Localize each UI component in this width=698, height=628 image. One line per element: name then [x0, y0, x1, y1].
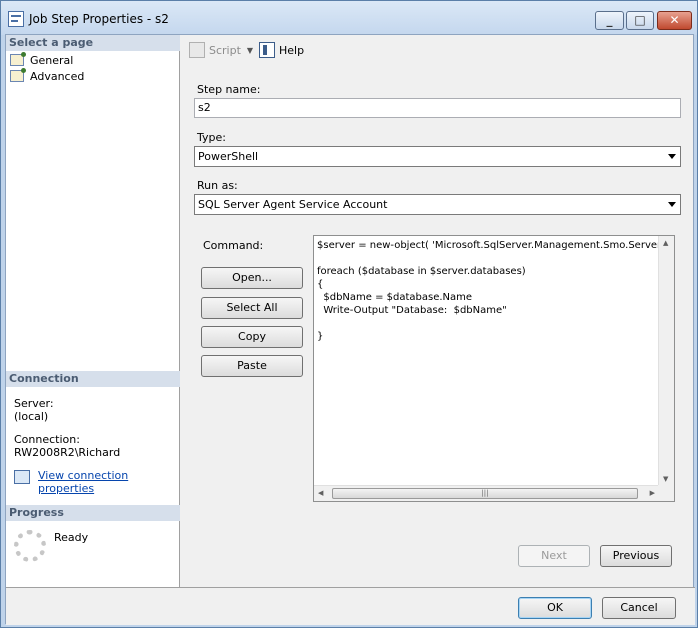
toolbar: Script ▼ Help [181, 35, 693, 63]
dialog-button-bar: OK Cancel [6, 587, 695, 625]
horizontal-scroll-thumb[interactable]: ||| [332, 488, 638, 499]
dialog-client: Select a page General Advanced Connectio… [5, 34, 695, 625]
chevron-down-icon [668, 154, 676, 159]
close-icon: ✕ [669, 13, 680, 27]
server-label: Server: [14, 397, 54, 410]
progress-header: Progress [6, 505, 180, 521]
left-pane: Select a page General Advanced Connectio… [6, 35, 180, 587]
script-icon [189, 42, 205, 58]
command-text[interactable]: $server = new-object( 'Microsoft.SqlServ… [317, 239, 659, 343]
scroll-left-icon[interactable]: ◀ [318, 489, 323, 497]
page-icon [10, 68, 26, 82]
server-value: (local) [14, 410, 49, 423]
script-label: Script [209, 43, 241, 57]
previous-button[interactable]: Previous [600, 545, 672, 567]
select-page-header: Select a page [6, 35, 180, 51]
view-connection-properties-link[interactable]: View connection properties [38, 469, 179, 495]
page-icon [10, 52, 26, 66]
command-label: Command: [203, 239, 264, 252]
maximize-button[interactable]: □ [626, 11, 654, 30]
type-label: Type: [197, 131, 226, 144]
page-item-advanced[interactable]: Advanced [10, 68, 84, 84]
ok-button[interactable]: OK [518, 597, 592, 619]
connection-value: RW2008R2\Richard [14, 446, 121, 459]
scrollbar-corner [658, 485, 674, 501]
scroll-up-icon[interactable]: ▲ [663, 239, 668, 247]
maximize-icon: □ [634, 13, 646, 27]
scroll-right-icon[interactable]: ▶ [650, 489, 655, 497]
connection-header: Connection [6, 371, 180, 387]
right-pane: Script ▼ Help Step name: s2 Type: PowerS… [181, 35, 693, 587]
window-title: Job Step Properties - s2 [29, 12, 169, 26]
minimize-icon: _ [606, 13, 613, 27]
type-select-value: PowerShell [198, 150, 259, 163]
page-item-general[interactable]: General [10, 52, 73, 68]
help-button[interactable]: Help [259, 42, 304, 58]
dialog-window: Job Step Properties - s2 _ □ ✕ Select a … [0, 0, 698, 628]
horizontal-scrollbar[interactable]: ◀ ||| ▶ [314, 485, 659, 501]
select-all-button[interactable]: Select All [201, 297, 303, 319]
run-as-select[interactable]: SQL Server Agent Service Account [194, 194, 681, 215]
open-button[interactable]: Open... [201, 267, 303, 289]
run-as-label: Run as: [197, 179, 238, 192]
title-bar[interactable]: Job Step Properties - s2 _ □ ✕ [1, 1, 697, 35]
scroll-down-icon[interactable]: ▼ [663, 475, 668, 483]
next-button[interactable]: Next [518, 545, 590, 567]
copy-button[interactable]: Copy [201, 326, 303, 348]
help-label: Help [279, 43, 305, 57]
run-as-select-value: SQL Server Agent Service Account [198, 198, 388, 211]
command-editor[interactable]: $server = new-object( 'Microsoft.SqlServ… [313, 235, 675, 502]
window-app-icon [8, 11, 24, 27]
close-button[interactable]: ✕ [657, 11, 692, 30]
help-icon [259, 42, 275, 58]
connection-properties-icon [14, 470, 30, 484]
chevron-down-icon [668, 202, 676, 207]
chevron-down-icon[interactable]: ▼ [247, 46, 253, 55]
progress-status: Ready [54, 531, 89, 544]
connection-label: Connection: [14, 433, 80, 446]
page-item-label: General [30, 53, 74, 67]
cancel-button[interactable]: Cancel [602, 597, 676, 619]
step-name-input[interactable]: s2 [194, 98, 681, 118]
paste-button[interactable]: Paste [201, 355, 303, 377]
page-item-label: Advanced [30, 69, 85, 83]
type-select[interactable]: PowerShell [194, 146, 681, 167]
step-name-label: Step name: [197, 83, 261, 96]
vertical-scrollbar[interactable]: ▲ ▼ [658, 236, 674, 486]
minimize-button[interactable]: _ [595, 11, 624, 30]
script-button[interactable]: Script ▼ [189, 42, 253, 58]
progress-spinner-icon [14, 530, 46, 562]
